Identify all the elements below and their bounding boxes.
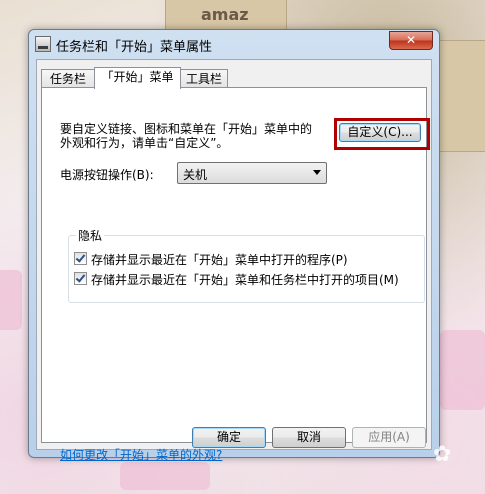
chevron-down-icon: [313, 170, 321, 175]
dialog-client-area: 任务栏 「开始」菜单 工具栏 要自定义链接、图标和菜单在「开始」菜单中的外观和行…: [36, 59, 432, 462]
checkbox-checked-icon: [74, 272, 87, 285]
tab-start-menu-label: 「开始」菜单: [101, 70, 174, 84]
privacy-group: [68, 235, 425, 303]
watermark-logo: ✿: [433, 442, 452, 467]
close-button[interactable]: ✕: [389, 31, 433, 50]
tab-taskbar[interactable]: 任务栏: [41, 69, 95, 88]
apply-button[interactable]: 应用(A): [352, 427, 426, 448]
background-box-top: amaz: [165, 0, 287, 32]
background-pink-shape-left: [0, 270, 22, 330]
power-button-select[interactable]: 关机: [177, 162, 327, 184]
background-pink-shape-bottom: [120, 462, 210, 490]
tab-taskbar-label: 任务栏: [49, 72, 86, 86]
tab-toolbars[interactable]: 工具栏: [180, 69, 228, 88]
properties-window: 任务栏和「开始」菜单属性 ✕ 任务栏 「开始」菜单 工具栏 要自定义链接、图标和…: [28, 29, 440, 462]
ok-button[interactable]: 确定: [192, 427, 266, 448]
background-pink-shape-right: [440, 330, 485, 410]
checkbox-checked-icon: [74, 252, 87, 265]
close-icon: ✕: [405, 33, 417, 47]
window-title: 任务栏和「开始」菜单属性: [56, 40, 213, 55]
help-link[interactable]: 如何更改「开始」菜单的外观?: [60, 446, 222, 463]
customize-button[interactable]: 自定义(C)...: [339, 123, 421, 142]
power-button-label: 电源按钮操作(B):: [60, 168, 154, 182]
customize-instructions: 要自定义链接、图标和菜单在「开始」菜单中的外观和行为，请单击“自定义”。: [60, 122, 313, 150]
privacy-group-title: 隐私: [76, 227, 105, 244]
tab-start-menu[interactable]: 「开始」菜单: [94, 67, 181, 89]
background-box-text: amaz: [201, 5, 249, 24]
taskbar-app-icon: [35, 36, 51, 52]
cancel-button[interactable]: 取消: [272, 427, 346, 448]
store-recent-programs-label: 存储并显示最近在「开始」菜单中打开的程序(P): [91, 253, 348, 267]
store-recent-items-label: 存储并显示最近在「开始」菜单和任务栏中打开的项目(M): [91, 273, 399, 287]
title-bar[interactable]: 任务栏和「开始」菜单属性 ✕: [29, 30, 439, 58]
power-button-value: 关机: [183, 168, 208, 182]
start-menu-panel: 要自定义链接、图标和菜单在「开始」菜单中的外观和行为，请单击“自定义”。 自定义…: [41, 87, 430, 462]
tab-toolbars-label: 工具栏: [185, 72, 222, 86]
